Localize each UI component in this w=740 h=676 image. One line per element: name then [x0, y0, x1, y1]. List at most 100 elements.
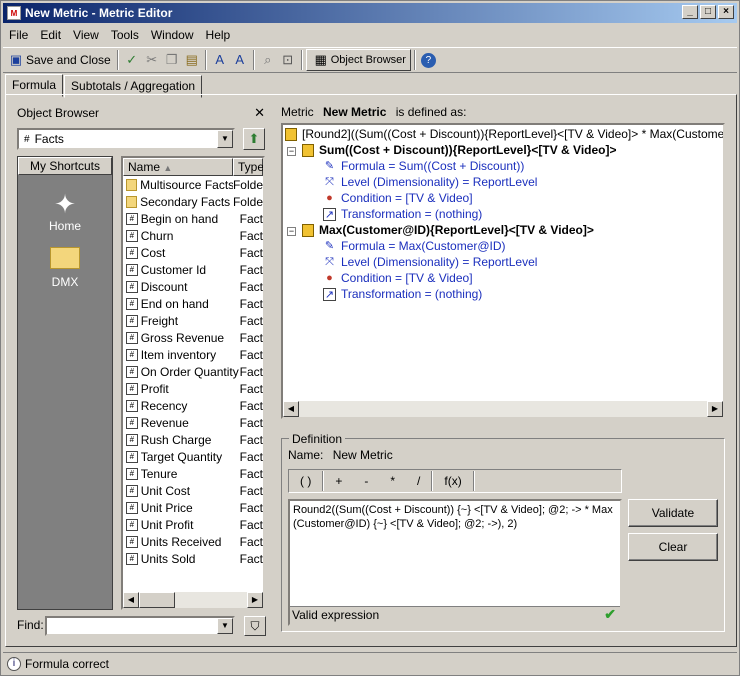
- list-item[interactable]: # Units Sold Fact: [123, 550, 263, 567]
- shortcut-home-label: Home: [48, 219, 81, 233]
- menu-help[interactable]: Help: [200, 28, 237, 42]
- minus-button[interactable]: -: [353, 471, 379, 491]
- collapse-icon[interactable]: −: [287, 147, 296, 156]
- list-item[interactable]: # Unit Profit Fact: [123, 516, 263, 533]
- multiply-button[interactable]: *: [379, 471, 406, 491]
- tree-root-label: [Round2]((Sum((Cost + Discount)){ReportL…: [302, 127, 725, 141]
- my-shortcuts-pane: My Shortcuts ✦ Home DMX: [17, 156, 113, 610]
- list-item[interactable]: # Profit Fact: [123, 380, 263, 397]
- list-item[interactable]: # Discount Fact: [123, 278, 263, 295]
- parentheses-button[interactable]: ( ): [289, 471, 322, 491]
- list-item[interactable]: # Churn Fact: [123, 227, 263, 244]
- list-item-type: Fact: [239, 517, 263, 532]
- scroll-right-icon[interactable]: ▶: [247, 592, 263, 608]
- menu-file[interactable]: File: [3, 28, 34, 42]
- list-item-type: Fact: [239, 466, 263, 481]
- column-type-header[interactable]: Type: [233, 158, 263, 176]
- list-item-name: Units Received: [140, 534, 222, 549]
- list-item[interactable]: # Item inventory Fact: [123, 346, 263, 363]
- maximize-button[interactable]: □: [700, 5, 716, 19]
- tree-node-sum-condition[interactable]: ● Condition = [TV & Video]: [323, 191, 472, 205]
- shortcut-dmx[interactable]: DMX: [18, 247, 112, 289]
- tree-node-max-transformation[interactable]: ↗ Transformation = (nothing): [323, 287, 482, 302]
- definition-group: Definition Name: New Metric ( ) + - * / …: [281, 432, 725, 632]
- column-name-header[interactable]: Name ▲: [123, 158, 233, 176]
- list-item[interactable]: # Unit Price Fact: [123, 499, 263, 516]
- menu-edit[interactable]: Edit: [34, 28, 67, 42]
- up-one-level-button[interactable]: ⬆: [243, 128, 265, 150]
- list-item[interactable]: # Target Quantity Fact: [123, 448, 263, 465]
- metric-definition-header: Metric New Metric is defined as:: [281, 105, 466, 119]
- list-item[interactable]: # Customer Id Fact: [123, 261, 263, 278]
- fact-icon: #: [126, 280, 138, 293]
- tree-node-sum-level[interactable]: ⤧ Level (Dimensionality) = ReportLevel: [323, 175, 537, 189]
- tree-node-max-label: Max(Customer@ID){ReportLevel}<[TV & Vide…: [319, 223, 594, 237]
- list-item[interactable]: # Tenure Fact: [123, 465, 263, 482]
- minimize-button[interactable]: _: [682, 5, 698, 19]
- spell-check-icon[interactable]: A: [212, 52, 228, 68]
- list-item[interactable]: # Cost Fact: [123, 244, 263, 261]
- collapse-icon[interactable]: −: [287, 227, 296, 236]
- list-horizontal-scrollbar[interactable]: ◀ ▶: [123, 592, 263, 608]
- scroll-thumb[interactable]: [139, 592, 175, 608]
- chevron-down-icon[interactable]: ▼: [217, 618, 233, 634]
- tree-node-sum-transformation-text: Transformation = (nothing): [341, 207, 483, 221]
- tree-node-sum-formula[interactable]: ✎ Formula = Sum((Cost + Discount)): [323, 159, 525, 173]
- fact-icon: #: [24, 133, 30, 145]
- paste-icon[interactable]: ▤: [184, 52, 200, 68]
- tree-node-max-condition[interactable]: ● Condition = [TV & Video]: [323, 271, 472, 285]
- list-item[interactable]: # Revenue Fact: [123, 414, 263, 431]
- close-button[interactable]: ×: [718, 5, 734, 19]
- filter-icon[interactable]: ⛉: [244, 616, 266, 636]
- divide-button[interactable]: /: [406, 471, 431, 491]
- tree-node-sum[interactable]: − Sum((Cost + Discount)){ReportLevel}<[TV…: [287, 143, 617, 158]
- menu-window[interactable]: Window: [145, 28, 200, 42]
- folder-select[interactable]: # Facts ▼: [17, 128, 235, 150]
- list-item[interactable]: # Rush Charge Fact: [123, 431, 263, 448]
- list-item[interactable]: # On Order Quantity Fact: [123, 363, 263, 380]
- validate-button[interactable]: Validate: [628, 499, 718, 527]
- scroll-right-icon[interactable]: ▶: [707, 401, 723, 417]
- list-item[interactable]: # Freight Fact: [123, 312, 263, 329]
- clear-button[interactable]: Clear: [628, 533, 718, 561]
- list-item[interactable]: # Unit Cost Fact: [123, 482, 263, 499]
- close-icon[interactable]: ✕: [254, 105, 265, 121]
- fact-icon: #: [126, 229, 138, 242]
- chevron-down-icon[interactable]: ▼: [217, 130, 233, 148]
- list-item[interactable]: # Gross Revenue Fact: [123, 329, 263, 346]
- plus-button[interactable]: +: [324, 471, 353, 491]
- formula-editor[interactable]: Round2((Sum((Cost + Discount)) {~} <[TV …: [288, 499, 622, 626]
- zoom-icon[interactable]: ⊡: [280, 52, 296, 68]
- find-input[interactable]: ▼: [45, 616, 235, 636]
- list-item-folder[interactable]: Secondary Facts Folde: [123, 193, 263, 210]
- function-button[interactable]: f(x): [433, 471, 472, 491]
- tree-node-max-level[interactable]: ⤧ Level (Dimensionality) = ReportLevel: [323, 255, 537, 269]
- help-icon[interactable]: ?: [420, 52, 436, 68]
- tree-node-max[interactable]: − Max(Customer@ID){ReportLevel}<[TV & Vid…: [287, 223, 594, 238]
- save-and-close-button[interactable]: ▣ Save and Close: [3, 49, 114, 71]
- spell-check-all-icon[interactable]: A: [232, 52, 248, 68]
- cut-icon[interactable]: ✂: [144, 52, 160, 68]
- shortcut-home[interactable]: ✦ Home: [18, 189, 112, 233]
- fact-icon: #: [126, 212, 138, 225]
- list-item[interactable]: # Begin on hand Fact: [123, 210, 263, 227]
- menu-tools[interactable]: Tools: [105, 28, 145, 42]
- tree-horizontal-scrollbar[interactable]: ◀ ▶: [283, 401, 723, 417]
- scroll-left-icon[interactable]: ◀: [123, 592, 139, 608]
- tree-node-sum-transformation[interactable]: ↗ Transformation = (nothing): [323, 207, 483, 222]
- list-item[interactable]: # End on hand Fact: [123, 295, 263, 312]
- find-icon[interactable]: ⌕: [260, 52, 276, 68]
- my-shortcuts-header[interactable]: My Shortcuts: [18, 157, 112, 175]
- object-browser-button[interactable]: ▦ Object Browser: [305, 49, 411, 71]
- list-item[interactable]: # Recency Fact: [123, 397, 263, 414]
- list-item-name: Revenue: [140, 415, 189, 430]
- tree-root[interactable]: [Round2]((Sum((Cost + Discount)){ReportL…: [285, 127, 725, 142]
- copy-icon[interactable]: ❐: [164, 52, 180, 68]
- scroll-left-icon[interactable]: ◀: [283, 401, 299, 417]
- menu-view[interactable]: View: [67, 28, 105, 42]
- list-item-folder[interactable]: Multisource Facts Folde: [123, 176, 263, 193]
- tree-node-max-formula[interactable]: ✎ Formula = Max(Customer@ID): [323, 239, 506, 253]
- sum-check-icon[interactable]: ✓: [124, 52, 140, 68]
- list-item[interactable]: # Units Received Fact: [123, 533, 263, 550]
- list-item-name: Tenure: [140, 466, 178, 481]
